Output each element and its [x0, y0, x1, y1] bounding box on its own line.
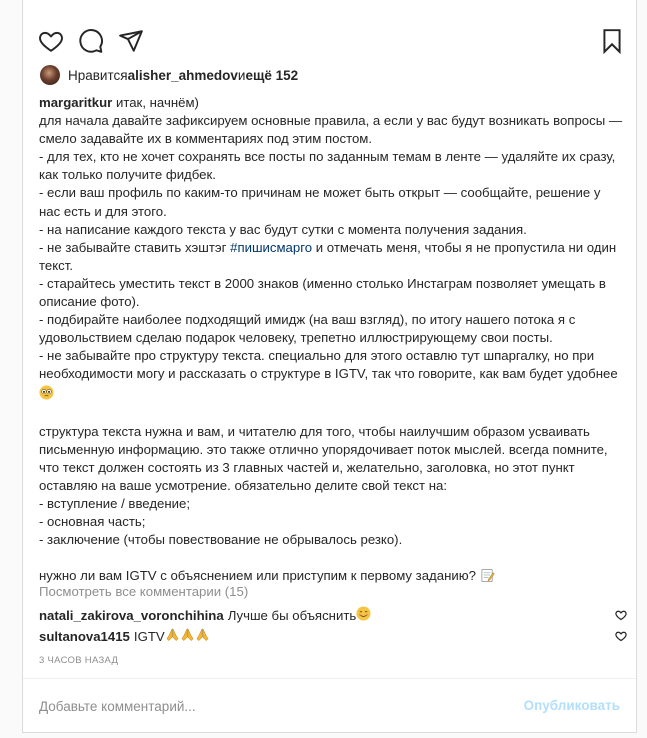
comment-username[interactable]: natali_zakirova_voronchihina — [39, 608, 224, 623]
comment-like-heart-icon[interactable] — [615, 630, 627, 642]
heart-icon[interactable] — [38, 28, 66, 56]
memo-emoji-icon — [480, 568, 495, 588]
smiling-face-emoji-icon — [356, 606, 371, 624]
likes-count-link[interactable]: ещё 152 — [245, 68, 298, 83]
comment-username[interactable]: sultanova1415 — [39, 629, 130, 644]
comment-row: sultanova1415 IGTV — [39, 626, 629, 646]
folded-hands-emoji-icon — [195, 627, 210, 645]
wide-eyes-emoji-icon — [39, 384, 54, 405]
post-card: Нравится alisher_ahmedov и ещё 152 marga… — [22, 0, 637, 733]
caption-username[interactable]: margaritkur — [39, 95, 112, 110]
post-timestamp: 3 ЧАСОВ НАЗАД — [39, 655, 119, 666]
divider — [23, 678, 636, 679]
folded-hands-emoji-icon — [180, 627, 195, 645]
post-actions — [38, 28, 628, 56]
hashtag-link[interactable]: #пишисмарго — [230, 240, 312, 255]
publish-button[interactable]: Опубликовать — [524, 698, 620, 713]
liker-username[interactable]: alisher_ahmedov — [128, 68, 238, 83]
view-all-comments-link[interactable]: Посмотреть все комментарии (15) — [39, 584, 248, 599]
paper-plane-icon[interactable] — [118, 28, 146, 56]
comment-row: natali_zakirova_voronchihina Лучше бы об… — [39, 605, 629, 625]
likes-summary: Нравится alisher_ahmedov и ещё 152 — [40, 65, 298, 85]
caption-text-part1: итак, начнём) для начала давайте зафикси… — [39, 95, 623, 255]
likes-middle: и — [237, 67, 246, 83]
bookmark-icon[interactable] — [599, 28, 627, 56]
folded-hands-emoji-icon — [165, 627, 180, 645]
comment-like-heart-icon[interactable] — [615, 609, 627, 621]
caption-text-part3: структура текста нужна и вам, и читателю… — [39, 423, 608, 584]
post-caption: margaritkur итак, начнём) для начала дав… — [39, 94, 624, 589]
likes-prefix: Нравится — [68, 67, 128, 83]
comment-input[interactable] — [39, 694, 509, 718]
comment-text: Лучше бы объяснить — [227, 607, 357, 623]
comment-icon[interactable] — [78, 28, 106, 56]
caption-text-part2: и отмечать меня, чтобы я не пропустила н… — [39, 239, 618, 382]
comment-text: IGTV — [133, 628, 165, 644]
avatar[interactable] — [40, 65, 60, 85]
